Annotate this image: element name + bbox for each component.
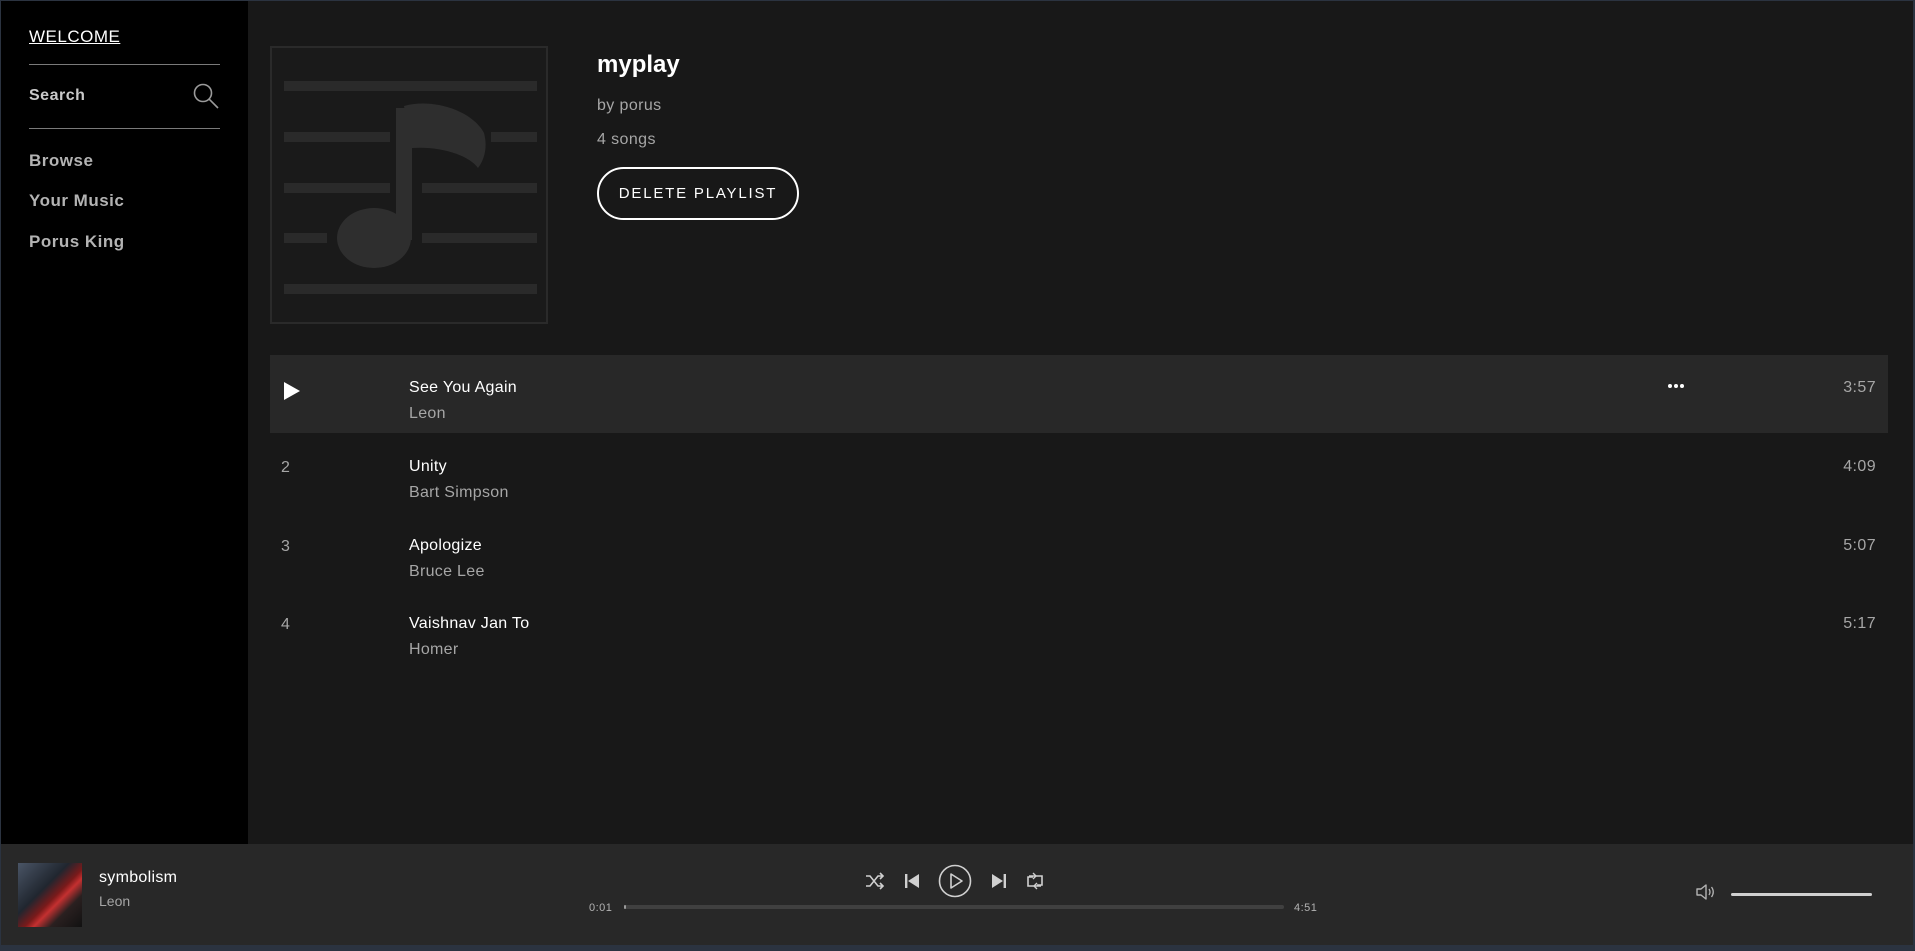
- more-options-icon[interactable]: [1666, 379, 1686, 393]
- track-title: Vaishnav Jan To: [409, 615, 530, 632]
- sidebar: WELCOME Search Browse Your Music Porus K…: [1, 1, 248, 844]
- track-title: Unity: [409, 458, 447, 475]
- divider: [29, 128, 220, 129]
- track-duration: 3:57: [1843, 379, 1876, 396]
- progress-bar[interactable]: [624, 905, 1284, 909]
- search-link[interactable]: Search: [29, 79, 220, 113]
- total-time: 4:51: [1294, 902, 1318, 914]
- playlist-cover: [270, 46, 548, 324]
- now-playing-title: symbolism: [99, 869, 178, 886]
- volume-icon[interactable]: [1695, 882, 1717, 902]
- track-row[interactable]: 3 Apologize Bruce Lee 5:07: [270, 513, 1888, 591]
- divider: [29, 64, 220, 65]
- track-row[interactable]: 4 Vaishnav Jan To Homer 5:17: [270, 591, 1888, 669]
- nav-item-browse[interactable]: Browse: [29, 151, 93, 171]
- progress-fill: [624, 905, 626, 909]
- play-icon[interactable]: [283, 381, 301, 401]
- playlist-owner: by porus: [597, 97, 662, 114]
- volume-slider[interactable]: [1731, 893, 1872, 896]
- music-note-icon: [284, 81, 537, 294]
- skip-next-icon[interactable]: [991, 872, 1007, 890]
- track-number: 2: [281, 459, 290, 476]
- track-row[interactable]: See You Again Leon 3:57: [270, 355, 1888, 433]
- nav-item-profile[interactable]: Porus King: [29, 232, 125, 252]
- track-duration: 5:07: [1843, 537, 1876, 554]
- now-playing-bar: symbolism Leon 0:01 4:51: [1, 844, 1913, 945]
- main-content: myplay by porus 4 songs DELETE PLAYLIST …: [248, 1, 1913, 844]
- shuffle-icon[interactable]: [865, 871, 885, 891]
- app-window: WELCOME Search Browse Your Music Porus K…: [1, 1, 1913, 945]
- track-row[interactable]: 2 Unity Bart Simpson 4:09: [270, 434, 1888, 512]
- nav-item-your-music[interactable]: Your Music: [29, 191, 124, 211]
- search-label: Search: [29, 87, 86, 104]
- playlist-title: myplay: [597, 51, 680, 78]
- track-artist[interactable]: Homer: [409, 641, 459, 659]
- track-duration: 5:17: [1843, 615, 1876, 632]
- track-artist[interactable]: Bruce Lee: [409, 563, 485, 581]
- track-title: See You Again: [409, 379, 518, 396]
- now-playing-artwork: [18, 863, 82, 927]
- track-artist[interactable]: Leon: [409, 405, 446, 423]
- now-playing-artist: Leon: [99, 893, 131, 909]
- track-number: 3: [281, 538, 290, 555]
- volume-fill: [1731, 893, 1872, 896]
- play-circle-icon[interactable]: [938, 864, 972, 898]
- track-title: Apologize: [409, 537, 482, 554]
- search-icon: [193, 83, 219, 109]
- track-number: 4: [281, 616, 290, 633]
- track-duration: 4:09: [1843, 458, 1876, 475]
- repeat-icon[interactable]: [1025, 872, 1045, 890]
- track-artist[interactable]: Bart Simpson: [409, 484, 509, 502]
- skip-previous-icon[interactable]: [904, 872, 920, 890]
- welcome-link[interactable]: WELCOME: [29, 27, 120, 47]
- delete-playlist-button[interactable]: DELETE PLAYLIST: [597, 167, 799, 220]
- elapsed-time: 0:01: [589, 902, 613, 914]
- playlist-song-count: 4 songs: [597, 131, 656, 148]
